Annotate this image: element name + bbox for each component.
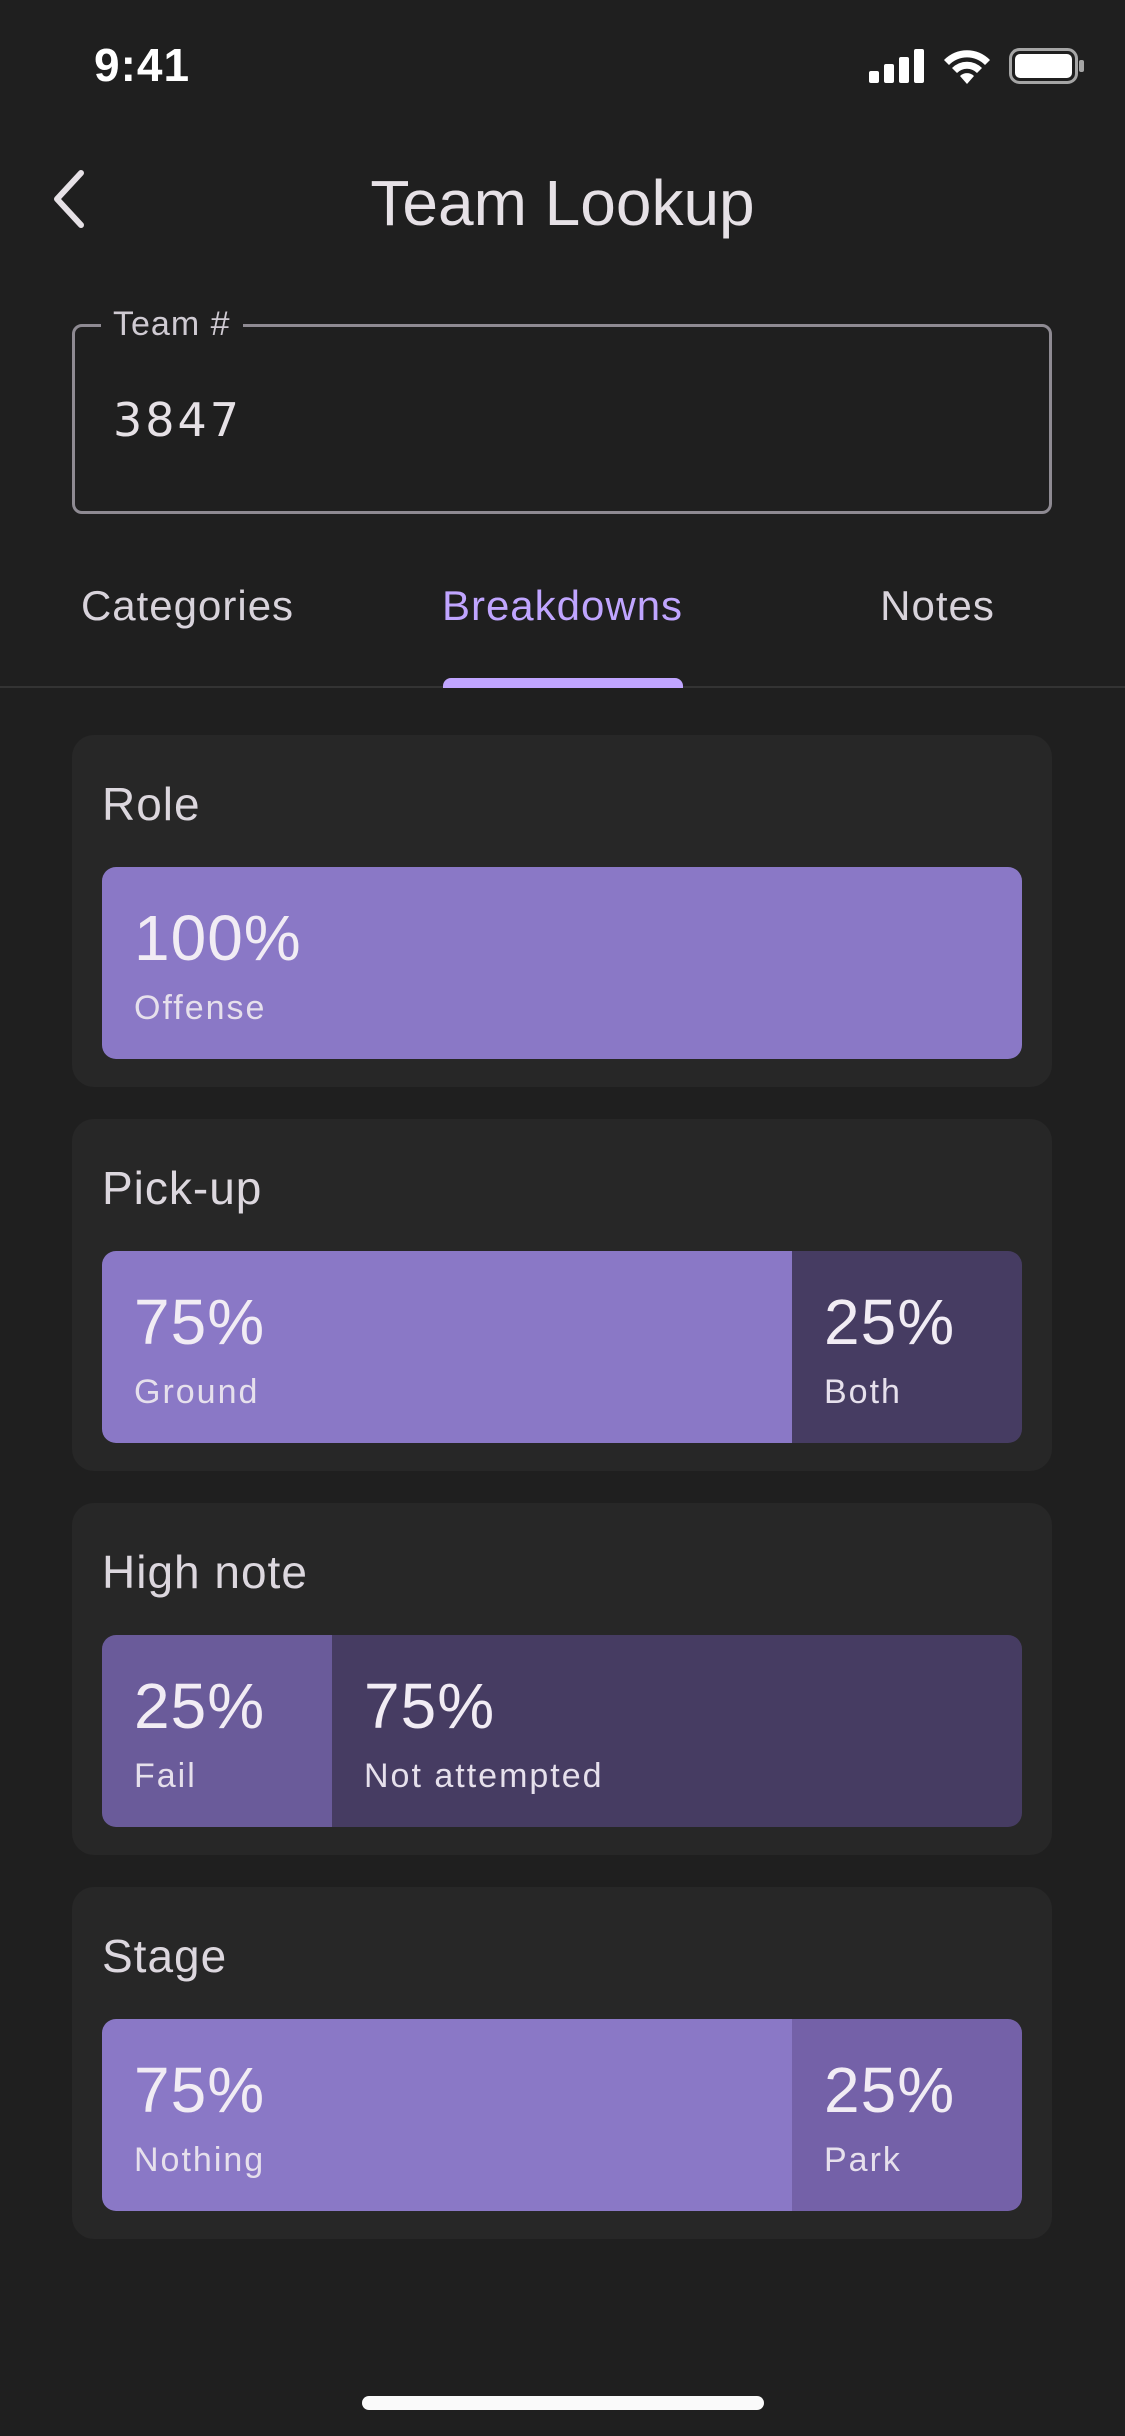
bar-segment: 75% Not attempted <box>332 1635 1022 1827</box>
segment-percent: 25% <box>824 1286 956 1358</box>
team-number-field[interactable]: Team # 3847 <box>72 305 1052 514</box>
team-number-value[interactable]: 3847 <box>113 393 242 447</box>
bar-segment: 25% Park <box>792 2019 1022 2211</box>
card-title: Role <box>102 778 201 830</box>
segment-label: Offense <box>134 989 267 1027</box>
tab-bar: Categories Breakdowns Notes <box>0 560 1125 688</box>
segment-percent: 75% <box>134 2054 266 2126</box>
segment-label: Ground <box>134 1373 260 1411</box>
breakdown-card-role: Role 100% Offense <box>72 735 1052 1087</box>
status-bar: 9:41 <box>0 0 1125 140</box>
bar-segment: 75% Nothing <box>102 2019 792 2211</box>
tab-breakdowns[interactable]: Breakdowns <box>375 582 750 630</box>
segment-label: Nothing <box>134 2141 266 2179</box>
segment-label: Fail <box>134 1757 197 1795</box>
home-indicator <box>362 2396 764 2410</box>
breakdown-card-pick-up: Pick-up 75% Ground 25% Both <box>72 1119 1052 1471</box>
segment-label: Not attempted <box>364 1757 604 1795</box>
segment-percent: 25% <box>824 2054 956 2126</box>
segment-percent: 100% <box>134 902 302 974</box>
wifi-icon <box>944 50 990 84</box>
bar-segment: 25% Fail <box>102 1635 332 1827</box>
bar-segment: 25% Both <box>792 1251 1022 1443</box>
segment-label: Both <box>824 1373 902 1411</box>
team-number-label: Team # <box>101 305 243 344</box>
card-title: High note <box>102 1546 308 1598</box>
signal-icon <box>869 49 924 83</box>
breakdown-card-stage: Stage 75% Nothing 25% Park <box>72 1887 1052 2239</box>
page-title: Team Lookup <box>370 167 755 239</box>
tab-notes[interactable]: Notes <box>750 582 1125 630</box>
card-title: Stage <box>102 1930 228 1982</box>
status-time: 9:41 <box>94 39 191 91</box>
segment-label: Park <box>824 2141 902 2179</box>
breakdown-bar: 25% Fail 75% Not attempted <box>102 1635 1022 1827</box>
breakdown-bar: 75% Nothing 25% Park <box>102 2019 1022 2211</box>
card-title: Pick-up <box>102 1162 263 1214</box>
bar-segment: 100% Offense <box>102 867 1022 1059</box>
tab-categories[interactable]: Categories <box>0 582 375 630</box>
app-bar: Team Lookup <box>0 140 1125 260</box>
active-tab-indicator <box>443 678 683 688</box>
breakdown-bar: 75% Ground 25% Both <box>102 1251 1022 1443</box>
breakdown-bar: 100% Offense <box>102 867 1022 1059</box>
segment-percent: 75% <box>364 1670 496 1742</box>
segment-percent: 25% <box>134 1670 266 1742</box>
status-icons <box>869 48 1085 84</box>
breakdown-card-high-note: High note 25% Fail 75% Not attempted <box>72 1503 1052 1855</box>
bar-segment: 75% Ground <box>102 1251 792 1443</box>
battery-icon <box>1009 48 1084 84</box>
segment-percent: 75% <box>134 1286 266 1358</box>
